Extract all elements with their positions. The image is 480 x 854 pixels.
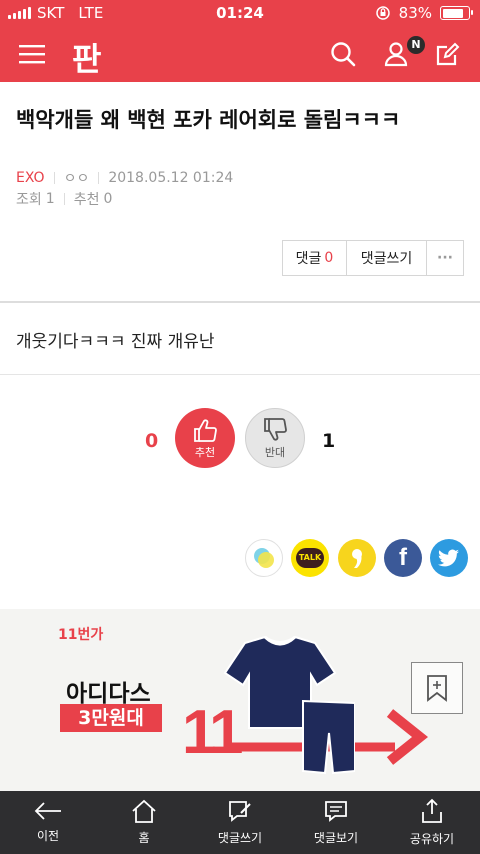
nav-view-comment[interactable]: 댓글보기 [288,791,384,854]
upvote-button[interactable]: 추천 [175,408,235,468]
bubble-icon [254,548,274,568]
downvote-label: 반대 [264,446,286,459]
post-date: 2018.05.12 01:24 [108,170,234,186]
thumbs-up-icon [194,419,217,442]
share-twitter-button[interactable] [430,539,468,577]
more-button[interactable]: ··· [427,241,463,275]
view-comment-icon [325,801,347,822]
nav-view-comment-label: 댓글보기 [313,831,359,845]
downvote-button[interactable]: 반대 [245,408,305,468]
nav-home[interactable]: 홈 [96,791,192,854]
share-bubble-button[interactable] [245,539,283,577]
upvote-count: 0 [145,430,159,452]
bookmark-add-icon [427,675,447,702]
recommend-count: 0 [103,191,113,207]
post-meta: EXO ㅇㅇ 2018.05.12 01:24 [16,168,233,188]
meta-separator [98,172,100,184]
post-category[interactable]: EXO [16,170,45,186]
share-kakaotalk-button[interactable]: TALK [291,539,329,577]
home-icon [132,799,156,823]
rotation-lock-icon [375,6,390,20]
twitter-icon [438,549,459,567]
share-kakaostory-button[interactable] [338,539,376,577]
battery-icon [440,6,473,20]
ad-bookmark-button[interactable] [411,662,463,714]
status-bar: SKT LTE 01:24 83% [0,0,480,26]
post-stats: 조회 1 추천 0 [16,189,112,209]
nav-share[interactable]: 공유하기 [384,791,480,854]
write-comment-button[interactable]: 댓글쓰기 [347,241,427,275]
app-bar: 판 [0,26,480,82]
share-facebook-button[interactable]: f [384,539,422,577]
ad-banner[interactable]: 11번가 아디다스 3만원대 11 [0,609,480,791]
nav-write-comment-label: 댓글쓰기 [217,831,263,845]
search-icon[interactable] [328,26,358,82]
battery-percent: 83% [398,4,432,22]
comment-count: 0 [324,250,334,266]
facebook-icon: f [399,544,407,571]
views-count: 1 [45,191,55,207]
status-right: 83% [375,4,473,22]
nav-back-label: 이전 [36,829,60,843]
divider [0,301,480,303]
meta-separator [63,193,65,205]
views-label: 조회 [16,192,42,208]
share-icon [422,798,442,823]
ad-brand: 11번가 [58,627,104,643]
bottom-nav: 이전 홈 댓글쓰기 댓글보기 공유하기 [0,791,480,854]
post-body: 개웃기다ㅋㅋㅋ 진짜 개유난 [16,332,215,352]
thumbs-down-icon [264,418,287,441]
upvote-label: 추천 [194,446,216,459]
notification-badge: N [407,36,425,54]
post-author: ㅇㅇ [63,171,90,187]
ad-title: 아디다스 [66,681,151,707]
meta-separator [53,172,55,184]
app-logo[interactable]: 판 [72,34,101,80]
write-post-icon[interactable] [433,26,463,82]
user-icon[interactable] [381,26,411,82]
ad-subtitle: 3만원대 [60,704,162,732]
nav-back[interactable]: 이전 [0,791,96,854]
post-action-buttons: 댓글 0 댓글쓰기 ··· [282,240,464,276]
nav-write-comment[interactable]: 댓글쓰기 [192,791,288,854]
kakaostory-icon [352,549,362,568]
write-comment-icon [229,801,251,822]
kakaotalk-icon: TALK [296,548,324,568]
jersey-image [223,635,355,775]
nav-share-label: 공유하기 [409,832,455,846]
menu-icon[interactable] [14,26,50,82]
comment-button[interactable]: 댓글 0 [283,241,347,275]
comment-label: 댓글 [295,251,322,267]
post-title: 백악개들 왜 백현 포카 레어회로 돌림ㅋㅋㅋ [16,108,401,132]
divider [0,374,480,375]
nav-home-label: 홈 [138,831,150,845]
back-arrow-icon [34,802,61,820]
recommend-label: 추천 [73,192,100,208]
downvote-count: 1 [322,430,336,452]
